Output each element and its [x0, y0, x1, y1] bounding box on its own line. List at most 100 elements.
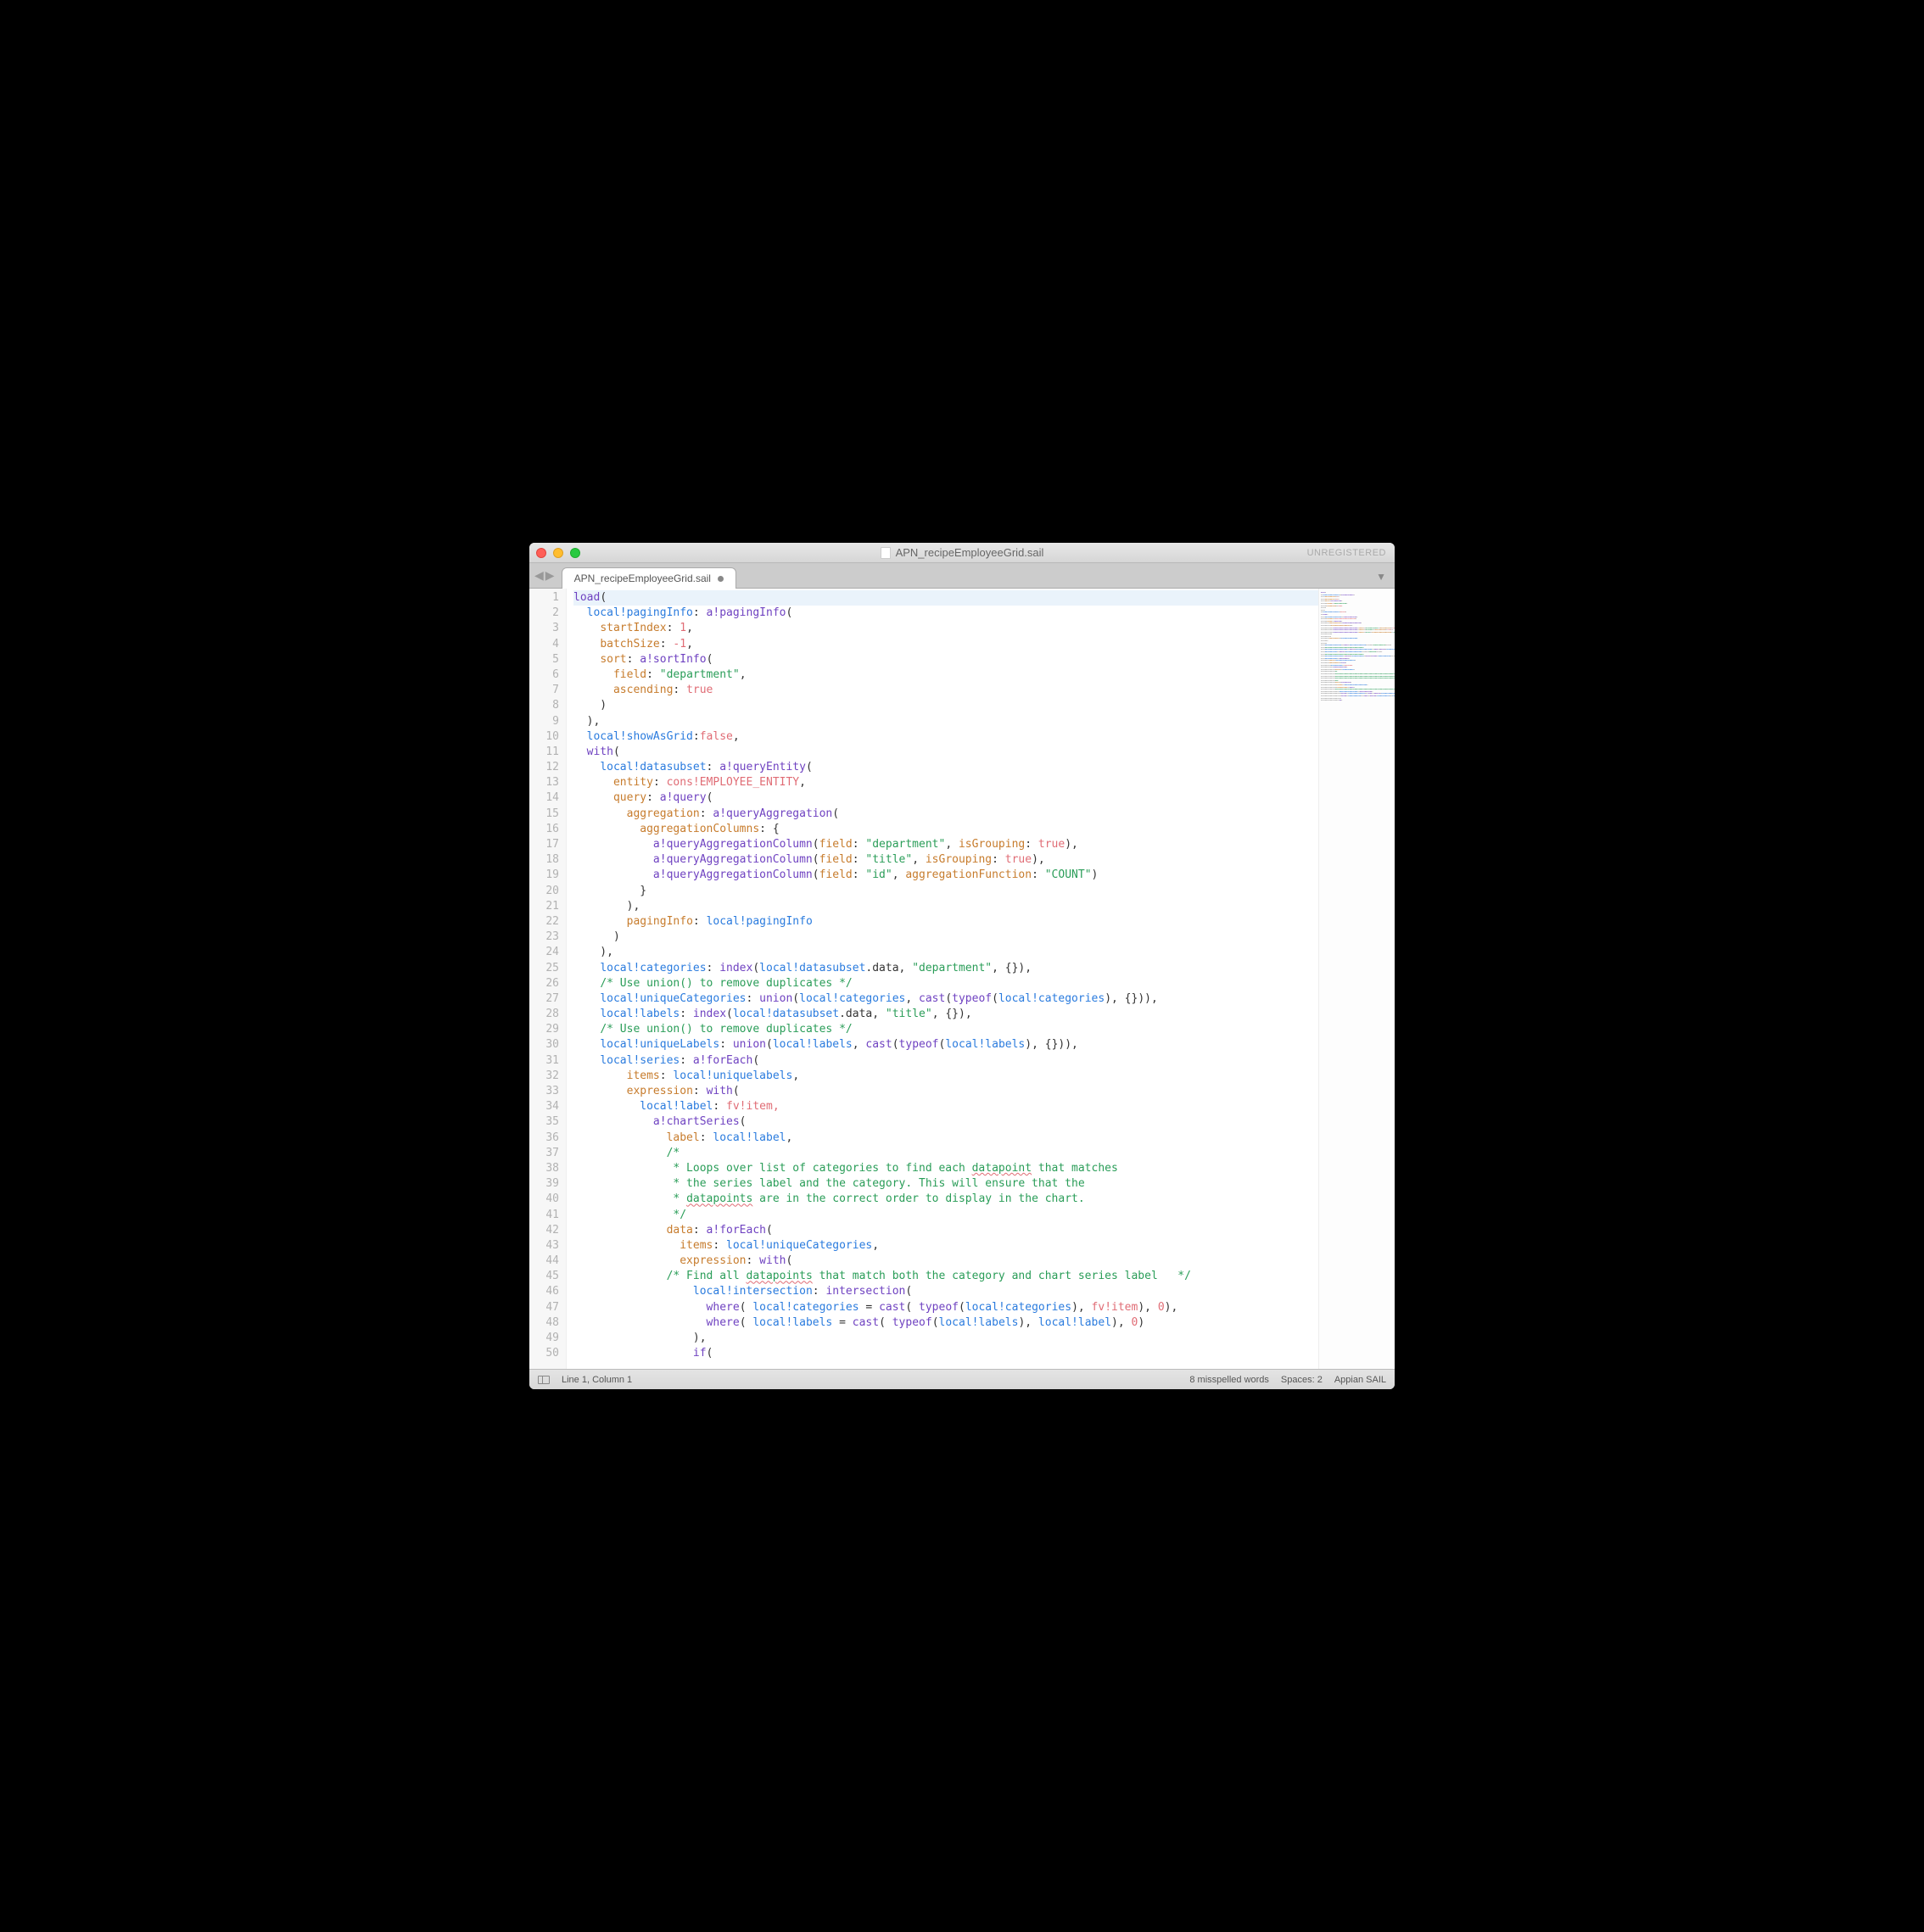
line-number: 34 — [529, 1099, 559, 1114]
code-line[interactable]: local!intersection: intersection( — [573, 1284, 1318, 1299]
code-line[interactable]: entity: cons!EMPLOYEE_ENTITY, — [573, 775, 1318, 790]
line-number: 42 — [529, 1223, 559, 1238]
line-number: 32 — [529, 1069, 559, 1084]
line-number: 27 — [529, 991, 559, 1007]
line-number: 20 — [529, 884, 559, 899]
code-line[interactable]: load( — [573, 590, 1318, 606]
code-line[interactable]: * datapoints are in the correct order to… — [573, 1192, 1318, 1207]
code-line[interactable]: aggregation: a!queryAggregation( — [573, 807, 1318, 822]
code-line[interactable]: if( — [573, 1346, 1318, 1361]
line-number: 1 — [529, 590, 559, 606]
line-number: 24 — [529, 945, 559, 960]
line-number: 14 — [529, 790, 559, 806]
code-line[interactable]: pagingInfo: local!pagingInfo — [573, 914, 1318, 930]
code-line[interactable]: a!chartSeries( — [573, 1114, 1318, 1130]
minimize-icon[interactable] — [553, 548, 563, 558]
line-number: 43 — [529, 1238, 559, 1254]
file-icon — [881, 547, 891, 559]
code-line[interactable]: a!queryAggregationColumn(field: "id", ag… — [573, 868, 1318, 883]
line-number: 41 — [529, 1208, 559, 1223]
code-line[interactable]: expression: with( — [573, 1254, 1318, 1269]
code-line[interactable]: data: a!forEach( — [573, 1223, 1318, 1238]
line-number: 4 — [529, 637, 559, 652]
tab-overflow-icon[interactable]: ▼ — [1376, 571, 1386, 588]
zoom-icon[interactable] — [570, 548, 580, 558]
line-number: 36 — [529, 1131, 559, 1146]
syntax-status[interactable]: Appian SAIL — [1334, 1375, 1386, 1385]
code-line[interactable]: /* Use union() to remove duplicates */ — [573, 1022, 1318, 1037]
code-line[interactable]: startIndex: 1, — [573, 621, 1318, 636]
line-number: 38 — [529, 1161, 559, 1176]
code-line[interactable]: /* — [573, 1146, 1318, 1161]
line-number: 5 — [529, 652, 559, 667]
code-line[interactable]: local!categories: index(local!datasubset… — [573, 961, 1318, 976]
code-line[interactable]: local!datasubset: a!queryEntity( — [573, 760, 1318, 775]
code-line[interactable]: ), — [573, 1331, 1318, 1346]
code-line[interactable]: a!queryAggregationColumn(field: "title",… — [573, 852, 1318, 868]
line-number: 15 — [529, 807, 559, 822]
spell-status[interactable]: 8 misspelled words — [1189, 1375, 1269, 1385]
code-line[interactable]: ) — [573, 930, 1318, 945]
code-line[interactable]: ), — [573, 714, 1318, 729]
code-line[interactable]: label: local!label, — [573, 1131, 1318, 1146]
code-line[interactable]: local!label: fv!item, — [573, 1099, 1318, 1114]
line-number: 10 — [529, 729, 559, 745]
code-line[interactable]: field: "department", — [573, 667, 1318, 683]
code-area[interactable]: load( local!pagingInfo: a!pagingInfo( st… — [567, 589, 1318, 1369]
line-number: 9 — [529, 714, 559, 729]
code-line[interactable]: where( local!categories = cast( typeof(l… — [573, 1300, 1318, 1315]
line-number: 29 — [529, 1022, 559, 1037]
minimap[interactable]: ▪▪▪▪▪▪▪▪▪▪▪▪▪▪▪▪▪▪▪▪▪▪▪▪▪▪▪▪▪▪▪▪▪▪▪▪▪▪▪▪… — [1318, 589, 1395, 1369]
line-number: 45 — [529, 1269, 559, 1284]
code-line[interactable]: local!uniqueLabels: union(local!labels, … — [573, 1037, 1318, 1053]
code-line[interactable]: local!labels: index(local!datasubset.dat… — [573, 1007, 1318, 1022]
line-number: 50 — [529, 1346, 559, 1361]
line-number: 21 — [529, 899, 559, 914]
line-number: 3 — [529, 621, 559, 636]
code-line[interactable]: local!uniqueCategories: union(local!cate… — [573, 991, 1318, 1007]
window-title: APN_recipeEmployeeGrid.sail — [529, 546, 1395, 559]
code-line[interactable]: ascending: true — [573, 683, 1318, 698]
code-line[interactable]: where( local!labels = cast( typeof(local… — [573, 1315, 1318, 1331]
code-line[interactable]: ) — [573, 698, 1318, 713]
cursor-position[interactable]: Line 1, Column 1 — [562, 1375, 632, 1385]
code-line[interactable]: * the series label and the category. Thi… — [573, 1176, 1318, 1192]
line-number: 35 — [529, 1114, 559, 1130]
line-number: 22 — [529, 914, 559, 930]
line-number: 11 — [529, 745, 559, 760]
indent-status[interactable]: Spaces: 2 — [1281, 1375, 1323, 1385]
code-line[interactable]: expression: with( — [573, 1084, 1318, 1099]
code-line[interactable]: aggregationColumns: { — [573, 822, 1318, 837]
line-number: 30 — [529, 1037, 559, 1053]
code-line[interactable]: local!pagingInfo: a!pagingInfo( — [573, 606, 1318, 621]
line-number: 7 — [529, 683, 559, 698]
file-tab[interactable]: APN_recipeEmployeeGrid.sail — [562, 567, 736, 589]
titlebar[interactable]: APN_recipeEmployeeGrid.sail UNREGISTERED — [529, 543, 1395, 563]
close-icon[interactable] — [536, 548, 546, 558]
code-line[interactable]: query: a!query( — [573, 790, 1318, 806]
code-line[interactable]: with( — [573, 745, 1318, 760]
code-line[interactable]: items: local!uniqueCategories, — [573, 1238, 1318, 1254]
code-line[interactable]: } — [573, 884, 1318, 899]
code-line[interactable]: sort: a!sortInfo( — [573, 652, 1318, 667]
line-number: 37 — [529, 1146, 559, 1161]
code-line[interactable]: batchSize: -1, — [573, 637, 1318, 652]
line-number: 12 — [529, 760, 559, 775]
code-line[interactable]: ), — [573, 945, 1318, 960]
code-line[interactable]: */ — [573, 1208, 1318, 1223]
code-line[interactable]: a!queryAggregationColumn(field: "departm… — [573, 837, 1318, 852]
tab-bar: ◀ ▶ APN_recipeEmployeeGrid.sail ▼ — [529, 563, 1395, 589]
code-line[interactable]: local!series: a!forEach( — [573, 1053, 1318, 1069]
code-line[interactable]: /* Use union() to remove duplicates */ — [573, 976, 1318, 991]
code-line[interactable]: local!showAsGrid:false, — [573, 729, 1318, 745]
code-line[interactable]: /* Find all datapoints that match both t… — [573, 1269, 1318, 1284]
line-number: 26 — [529, 976, 559, 991]
line-number: 40 — [529, 1192, 559, 1207]
code-line[interactable]: items: local!uniquelabels, — [573, 1069, 1318, 1084]
code-line[interactable]: * Loops over list of categories to find … — [573, 1161, 1318, 1176]
forward-icon[interactable]: ▶ — [545, 568, 555, 583]
line-number: 23 — [529, 930, 559, 945]
panel-toggle-icon[interactable] — [538, 1376, 550, 1384]
code-line[interactable]: ), — [573, 899, 1318, 914]
back-icon[interactable]: ◀ — [534, 568, 544, 583]
